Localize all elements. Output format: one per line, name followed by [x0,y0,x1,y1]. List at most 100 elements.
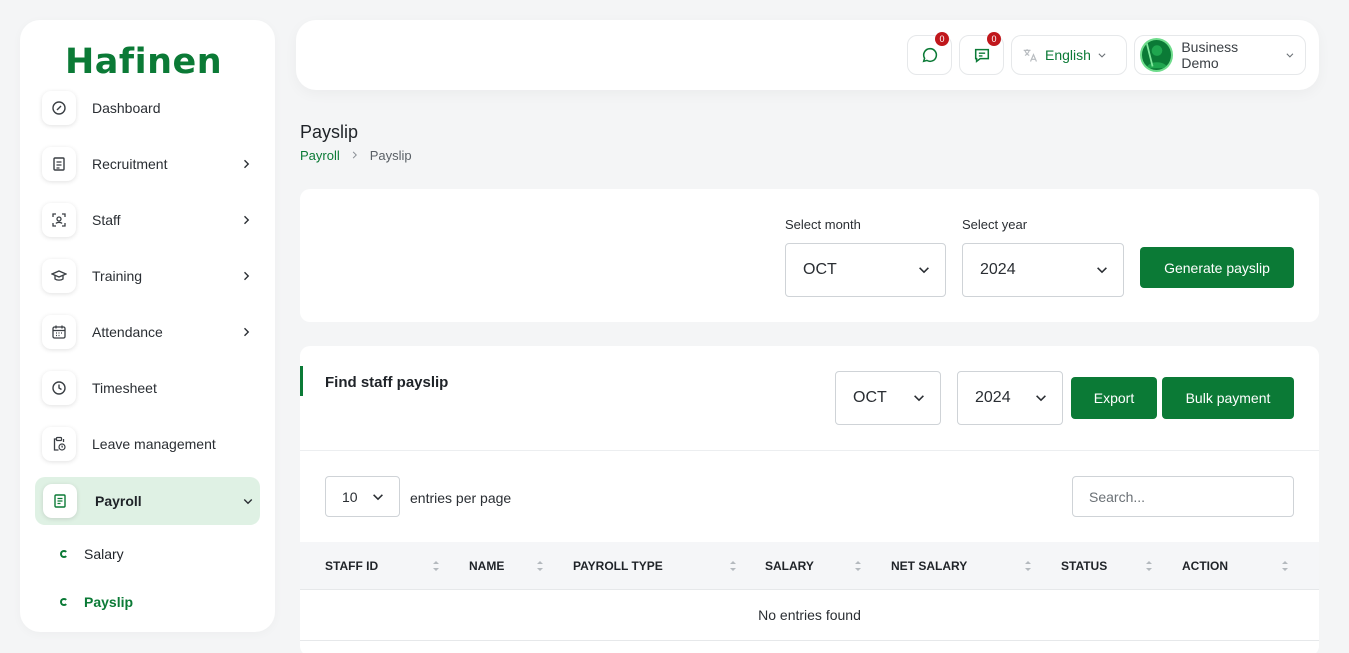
sidebar-subitem-label: Payslip [84,594,134,610]
filter-year-value: 2024 [975,389,1011,406]
section-accent-bar [300,366,303,396]
breadcrumb-payroll-link[interactable]: Payroll [300,148,340,163]
chevron-right-icon [238,268,254,284]
sidebar-item-label: Recruitment [92,156,168,172]
filter-year-select[interactable]: 2024 [957,371,1063,425]
column-header-name[interactable]: NAME [469,542,504,590]
chevron-down-icon [919,267,929,274]
divider [300,450,1319,451]
sidebar-subitem-salary[interactable]: Salary [60,546,124,562]
sort-icon[interactable] [1145,559,1153,573]
clock-icon [42,371,76,405]
column-header-net-salary[interactable]: NET SALARY [891,542,967,590]
chevron-right-icon [238,324,254,340]
brand-logo[interactable]: Hafinen [65,42,222,82]
find-payslip-card: Find staff payslip OCT 2024 Export Bulk … [300,346,1319,653]
chevron-down-icon [914,395,924,402]
entries-per-page-label: entries per page [410,490,512,506]
filter-month-select[interactable]: OCT [835,371,941,425]
user-menu[interactable]: Business Demo [1134,35,1306,75]
chevron-down-icon [240,493,256,509]
sidebar-item-staff[interactable]: Staff [42,196,254,244]
chevron-down-icon [1098,53,1106,58]
chevron-down-icon [1286,53,1294,58]
export-button[interactable]: Export [1071,377,1157,419]
month-select-value: OCT [803,261,837,278]
chevron-down-icon [373,493,383,500]
sidebar-item-dashboard[interactable]: Dashboard [42,84,254,132]
calendar-icon [42,315,76,349]
sidebar: Hafinen Dashboard Recruitment Staff Trai… [20,20,275,632]
messages-button[interactable]: 0 [907,32,952,75]
sidebar-item-timesheet[interactable]: Timesheet [42,364,254,412]
filter-month-value: OCT [853,389,887,406]
sidebar-item-leave-management[interactable]: Leave management [42,420,254,468]
entries-per-page-value: 10 [342,488,358,505]
column-header-status[interactable]: STATUS [1061,542,1107,590]
year-select[interactable]: 2024 [962,243,1124,297]
chevron-down-icon [1097,267,1107,274]
clipboard-doc-icon [42,147,76,181]
dashboard-gauge-icon [42,91,76,125]
month-select[interactable]: OCT [785,243,946,297]
chevron-right-icon [350,149,360,163]
column-header-payroll-type[interactable]: PAYROLL TYPE [573,542,663,590]
section-title: Find staff payslip [325,374,449,391]
bullet-icon [60,598,68,606]
table-header: STAFF ID NAME PAYROLL TYPE SALARY NET SA… [300,542,1319,590]
column-header-action[interactable]: ACTION [1182,542,1228,590]
language-label: English [1045,47,1091,63]
notifications-count-badge: 0 [987,32,1001,46]
sidebar-subitem-payslip[interactable]: Payslip [60,594,133,610]
message-square-icon [974,48,989,63]
sidebar-item-label: Timesheet [92,380,157,396]
entries-per-page-select[interactable]: 10 [325,476,400,517]
translate-icon [1023,48,1037,62]
table-empty-row: No entries found [300,590,1319,641]
generate-payslip-card: Select month OCT Select year 2024 Genera… [300,189,1319,322]
chevron-right-icon [238,156,254,172]
sort-icon[interactable] [536,559,544,573]
top-header: 0 0 English Business Demo [296,20,1319,90]
clipboard-clock-icon [42,427,76,461]
bullet-icon [60,550,68,558]
breadcrumb: Payroll Payslip [300,148,412,163]
chat-bubble-icon [922,47,937,63]
column-header-salary[interactable]: SALARY [765,542,814,590]
sidebar-item-label: Leave management [92,436,216,452]
receipt-icon [43,484,77,518]
page-title: Payslip [300,122,359,142]
sort-icon[interactable] [1281,559,1289,573]
sidebar-item-recruitment[interactable]: Recruitment [42,140,254,188]
sidebar-subitem-label: Salary [84,546,124,562]
sidebar-item-training[interactable]: Training [42,252,254,300]
sidebar-item-attendance[interactable]: Attendance [42,308,254,356]
messages-count-badge: 0 [935,32,949,46]
sidebar-item-label: Attendance [92,324,163,340]
sort-icon[interactable] [729,559,737,573]
chevron-down-icon [1036,395,1046,402]
sort-icon[interactable] [854,559,862,573]
sidebar-item-label: Payroll [95,493,142,509]
chevron-right-icon [238,212,254,228]
user-name: Business Demo [1181,39,1239,71]
bulk-payment-button[interactable]: Bulk payment [1162,377,1294,419]
month-label: Select month [785,217,861,232]
sidebar-item-label: Training [92,268,143,284]
notifications-button[interactable]: 0 [959,32,1004,75]
generate-payslip-button[interactable]: Generate payslip [1140,247,1294,288]
user-scan-icon [42,203,76,237]
sort-icon[interactable] [1024,559,1032,573]
language-selector[interactable]: English [1011,35,1127,75]
column-header-staff-id[interactable]: STAFF ID [325,542,378,590]
search-input[interactable] [1072,476,1294,517]
graduation-cap-icon [42,259,76,293]
sort-icon[interactable] [432,559,440,573]
year-select-value: 2024 [980,261,1016,278]
year-label: Select year [962,217,1028,232]
sidebar-item-payroll[interactable]: Payroll [35,477,260,525]
avatar [1140,38,1174,72]
breadcrumb-current: Payslip [369,148,412,163]
sidebar-item-label: Staff [92,212,121,228]
sidebar-item-label: Dashboard [92,100,161,116]
